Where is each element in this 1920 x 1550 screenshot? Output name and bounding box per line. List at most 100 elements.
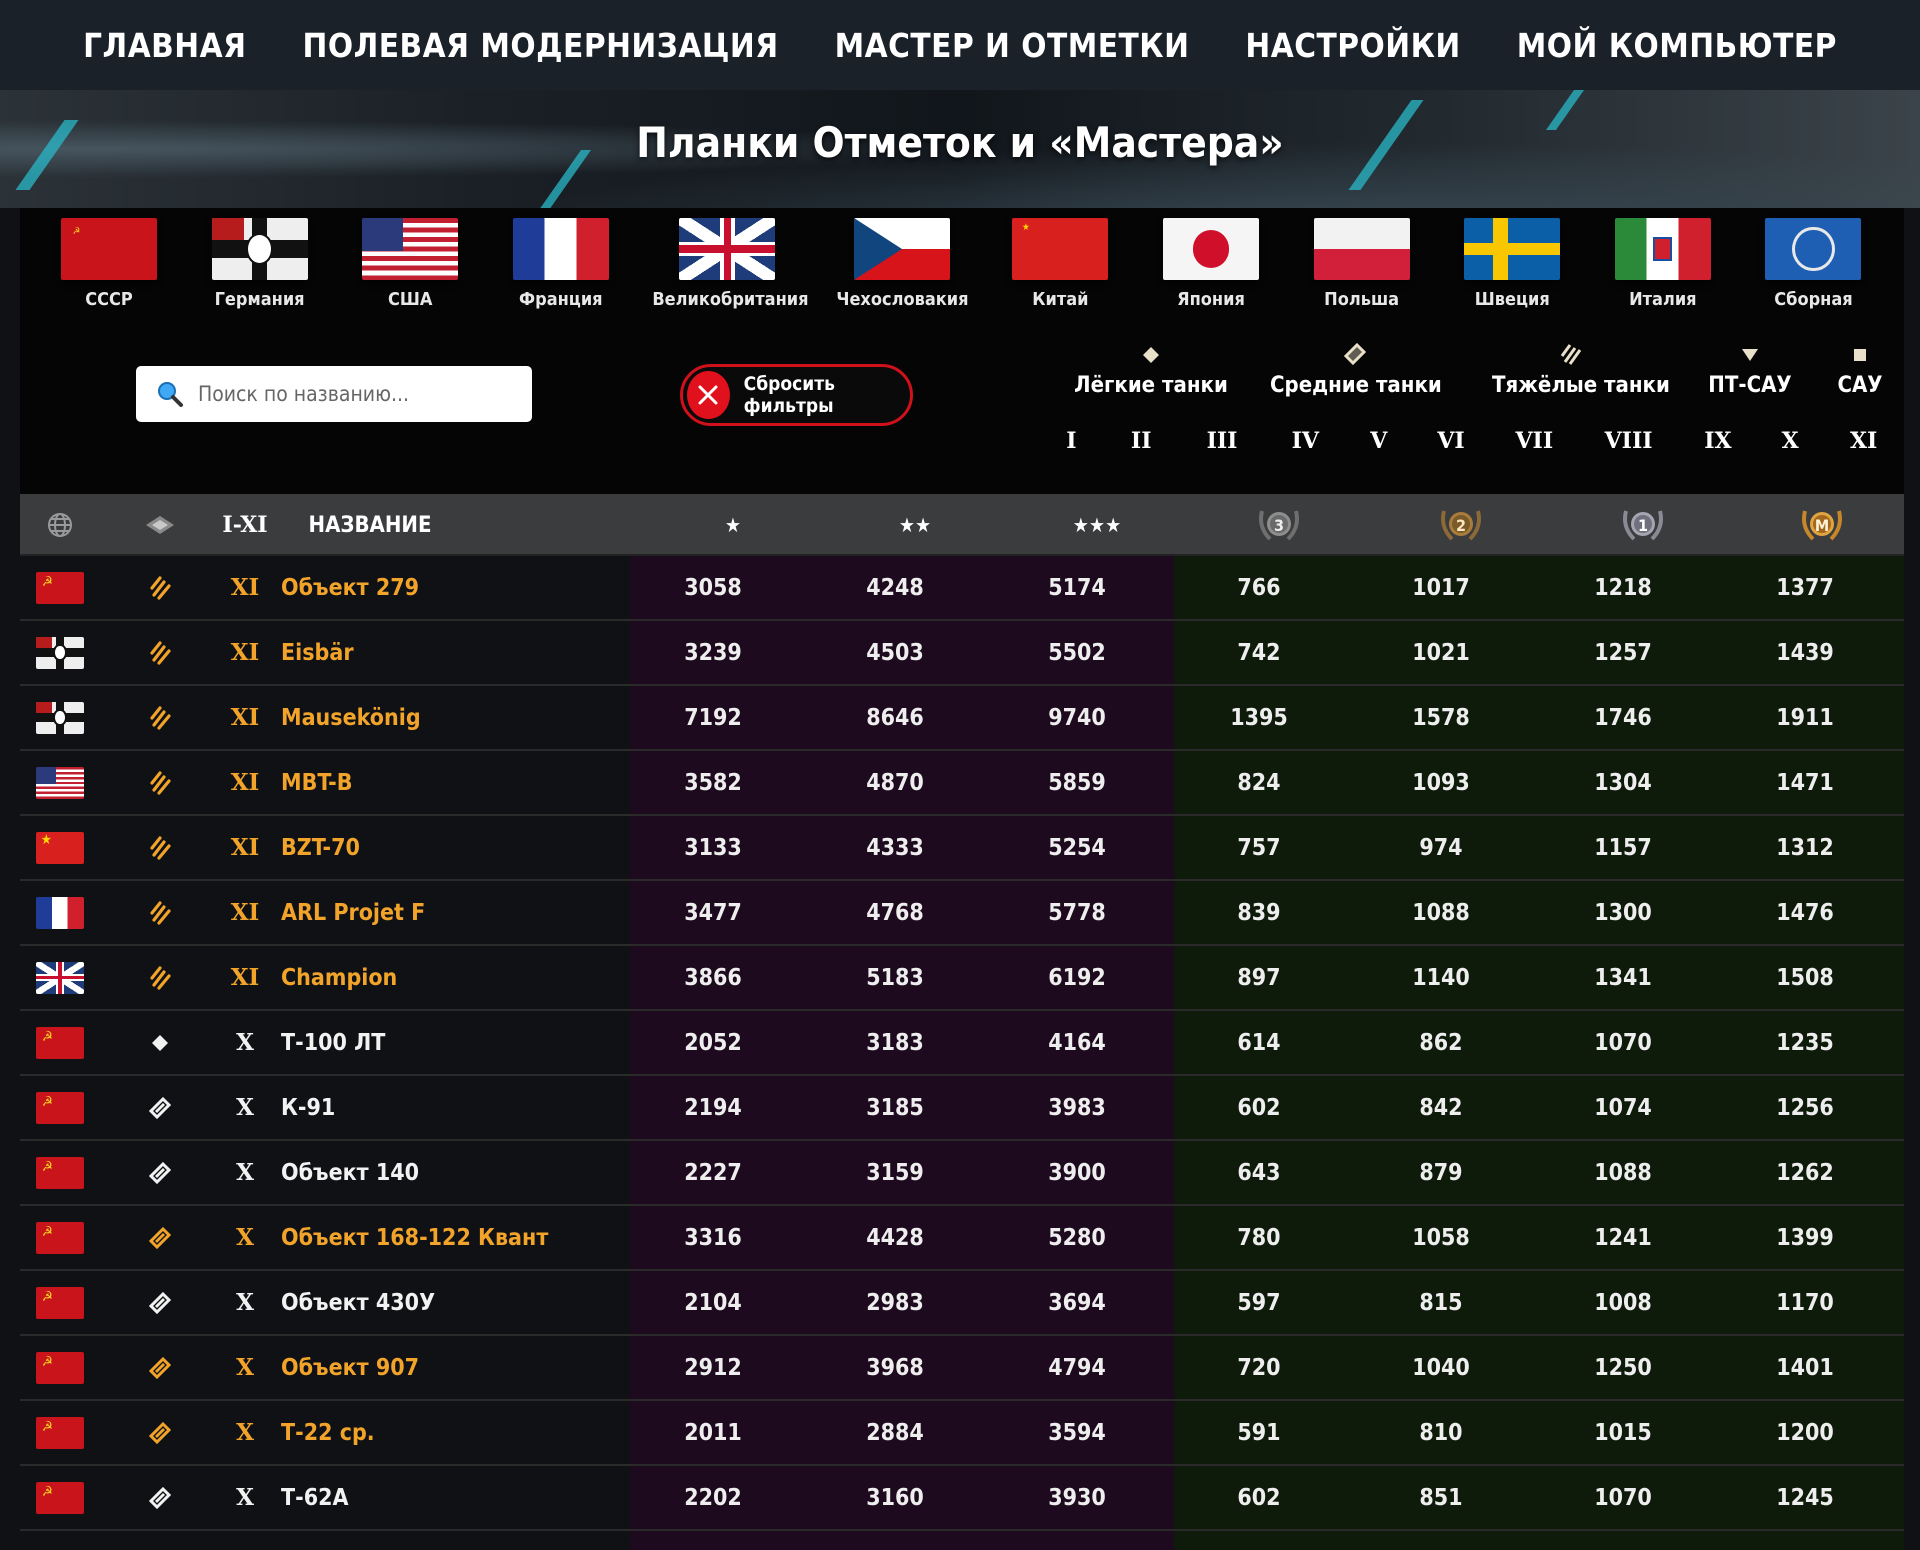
- tier-filter-IX[interactable]: IX: [1688, 428, 1748, 454]
- tank-type-icon[interactable]: [120, 494, 200, 556]
- row-tank-name[interactable]: Eisbär: [281, 621, 621, 684]
- row-value-c3: 602: [1237, 1094, 1281, 1121]
- type-filter-td[interactable]: ПТ-САУ: [1700, 343, 1800, 398]
- globe-icon[interactable]: [20, 494, 100, 556]
- table-row[interactable]: ☭ XI Объект 279 3058 4248 5174 766 1017 1218 1377: [20, 556, 1904, 621]
- tier-filter-III[interactable]: III: [1192, 428, 1252, 454]
- row-tier: XI: [230, 964, 260, 991]
- row-value-m2: 2884: [866, 1419, 924, 1446]
- table-row[interactable]: ☭ X Т-22 ср. 2011 2884 3594 591 810 1015 1200: [20, 1401, 1904, 1466]
- nav-settings[interactable]: НАСТРОЙКИ: [1245, 26, 1460, 65]
- search-box[interactable]: [136, 366, 532, 422]
- nation-czech[interactable]: Чехословакия: [827, 218, 977, 310]
- type-filter-light[interactable]: Лёгкие танки: [1066, 343, 1236, 398]
- row-value-m1: 3866: [684, 964, 742, 991]
- uk-flag-icon: [679, 218, 776, 280]
- header-tier[interactable]: I-XI: [200, 494, 290, 556]
- table-row[interactable]: ☭ X К-91 2194 3185 3983 602 842 1074 1256: [20, 1076, 1904, 1141]
- tier-filter-II[interactable]: II: [1111, 428, 1171, 454]
- row-tank-name[interactable]: Объект 168-122 Квант: [281, 1206, 621, 1269]
- nation-usa[interactable]: США: [335, 218, 485, 310]
- ussr-flag-icon: ☭: [36, 1156, 84, 1189]
- header-mark-1[interactable]: ★: [648, 494, 818, 556]
- type-label: Лёгкие танки: [1074, 373, 1228, 398]
- medium-tank-icon: [120, 1076, 200, 1139]
- table-row[interactable]: ☭ X Объект 430У 2104 2983 3694 597 815 1008 1170: [20, 1271, 1904, 1336]
- table-row[interactable]: XI MBT-B 3582 4870 5859 824 1093 1304 1471: [20, 751, 1904, 816]
- row-tank-name[interactable]: Объект 140: [281, 1141, 621, 1204]
- table-row[interactable]: ☭ X Т-62А 2202 3160 3930 602 851 1070 1245: [20, 1466, 1904, 1531]
- type-filter-spg[interactable]: САУ: [1825, 343, 1895, 398]
- badge-class-1-icon[interactable]: 1: [1558, 494, 1728, 556]
- nation-germany[interactable]: Германия: [185, 218, 335, 310]
- nav-home[interactable]: ГЛАВНАЯ: [83, 26, 246, 65]
- nation-italy[interactable]: Италия: [1588, 218, 1738, 310]
- nation-uk[interactable]: Великобритания: [652, 218, 809, 310]
- nav-field-modernization[interactable]: ПОЛЕВАЯ МОДЕРНИЗАЦИЯ: [303, 26, 779, 65]
- nation-china[interactable]: ★ Китай: [985, 218, 1135, 310]
- tier-filter-VIII[interactable]: VIII: [1599, 428, 1659, 454]
- heavy-tank-icon: [120, 621, 200, 684]
- row-value-m3: 5859: [1048, 769, 1106, 796]
- row-tank-name[interactable]: Т-62А: [281, 1466, 621, 1529]
- header-mark-3[interactable]: ★★★: [1012, 494, 1182, 556]
- table-row[interactable]: ☭ X Объект 168-122 Квант 3316 4428 5280 780 105…: [20, 1206, 1904, 1271]
- type-filter-medium[interactable]: Средние танки: [1270, 343, 1442, 398]
- nation-france[interactable]: Франция: [486, 218, 636, 310]
- table-row[interactable]: ★ XI BZT-70 3133 4333 5254 757 974 1157 1312: [20, 816, 1904, 881]
- japan-flag-icon: [1163, 218, 1260, 280]
- table-row[interactable]: ☭ X Объект 140 2227 3159 3900 643 879 1088 1262: [20, 1141, 1904, 1206]
- nation-poland[interactable]: Польша: [1287, 218, 1437, 310]
- table-row[interactable]: XI Eisbär 3239 4503 5502 742 1021 1257 1439: [20, 621, 1904, 686]
- tier-filter-I[interactable]: I: [1041, 428, 1101, 454]
- row-tank-name[interactable]: ARL Projet F: [281, 881, 621, 944]
- nation-ussr[interactable]: ☭ СССР: [34, 218, 184, 310]
- nav-mastery-marks[interactable]: МАСТЕР И ОТМЕТКИ: [835, 26, 1190, 65]
- medium-tank-icon: [120, 1141, 200, 1204]
- row-value-m3: 3983: [1048, 1094, 1106, 1121]
- row-value-c3: 1395: [1230, 704, 1288, 731]
- row-tank-name[interactable]: Mausekönig: [281, 686, 621, 749]
- row-value-m2: 5183: [866, 964, 924, 991]
- reset-filters-button[interactable]: Сбросить фильтры: [680, 364, 913, 426]
- tier-filter-VI[interactable]: VI: [1421, 428, 1481, 454]
- row-tank-name[interactable]: Объект 430У: [281, 1271, 621, 1334]
- table-row[interactable]: XI Champion 3866 5183 6192 897 1140 1341 1508: [20, 946, 1904, 1011]
- header-mark-2[interactable]: ★★: [830, 494, 1000, 556]
- row-tier: X: [236, 1029, 254, 1056]
- row-value-m1: 2202: [684, 1484, 742, 1511]
- tier-filter-V[interactable]: V: [1349, 428, 1409, 454]
- table-row[interactable]: XI ARL Projet F 3477 4768 5778 839 1088 1300 147…: [20, 881, 1904, 946]
- row-tank-name[interactable]: Т-22 ср.: [281, 1401, 621, 1464]
- row-nation-cell: ☭: [20, 1076, 100, 1139]
- row-tier: X: [236, 1094, 254, 1121]
- nav-my-computer[interactable]: МОЙ КОМПЬЮТЕР: [1517, 26, 1837, 65]
- row-tank-name[interactable]: К-91: [281, 1076, 621, 1139]
- poland-flag-icon: [1313, 218, 1410, 280]
- badge-class-3-icon[interactable]: 3: [1194, 494, 1364, 556]
- tier-filter-VII[interactable]: VII: [1504, 428, 1564, 454]
- tier-filter-IV[interactable]: IV: [1275, 428, 1335, 454]
- row-tank-name[interactable]: Champion: [281, 946, 621, 1009]
- search-input[interactable]: [198, 382, 518, 406]
- tier-filter-XI[interactable]: XI: [1834, 428, 1894, 454]
- nation-intunion[interactable]: Сборная: [1738, 218, 1888, 310]
- row-tank-name[interactable]: Объект 279: [281, 556, 621, 619]
- type-filter-heavy[interactable]: Тяжёлые танки: [1492, 343, 1670, 398]
- czech-flag-icon: [854, 218, 951, 280]
- table-row[interactable]: XI Mausekönig 7192 8646 9740 1395 1578 1746 1911: [20, 686, 1904, 751]
- header-name[interactable]: НАЗВАНИЕ: [280, 494, 460, 556]
- row-tank-name[interactable]: Объект 907: [281, 1336, 621, 1399]
- badge-class-2-icon[interactable]: 2: [1376, 494, 1546, 556]
- nation-japan[interactable]: Япония: [1136, 218, 1286, 310]
- tier-filter-X[interactable]: X: [1760, 428, 1820, 454]
- row-tank-name[interactable]: Т-100 ЛТ: [281, 1011, 621, 1074]
- nation-sweden[interactable]: Швеция: [1437, 218, 1587, 310]
- row-tank-name[interactable]: BZT-70: [281, 816, 621, 879]
- table-row[interactable]: ☭ X Т-100 ЛТ 2052 3183 4164 614 862 1070 1235: [20, 1011, 1904, 1076]
- badge-master-icon[interactable]: M: [1740, 494, 1904, 556]
- table-row[interactable]: ☭ X Объект 907 2912 3968 4794 720 1040 1250 1401: [20, 1336, 1904, 1401]
- row-tier: XI: [230, 639, 260, 666]
- row-tank-name[interactable]: MBT-B: [281, 751, 621, 814]
- row-value-c2: 879: [1419, 1159, 1463, 1186]
